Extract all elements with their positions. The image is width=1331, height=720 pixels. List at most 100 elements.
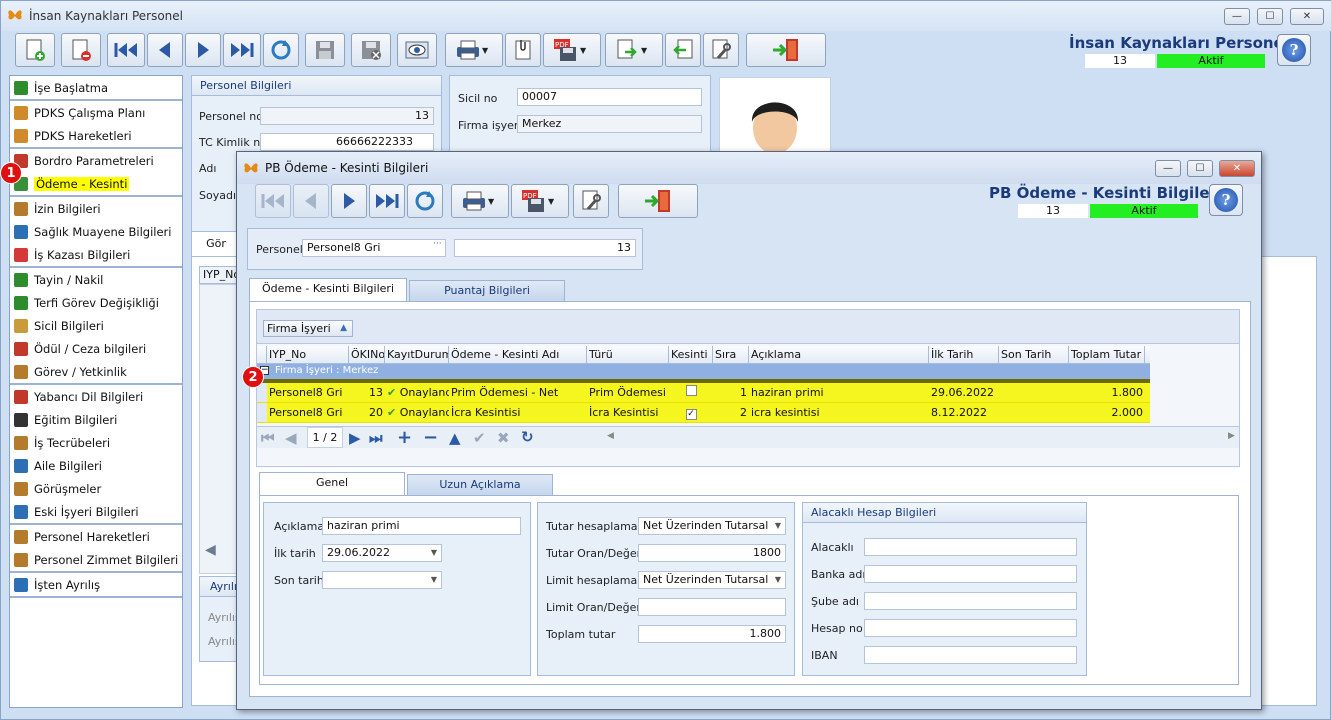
print-button[interactable]: ▼ — [445, 33, 503, 67]
export-pdf-button[interactable]: PDF ▼ — [543, 33, 601, 67]
sidebar-item[interactable]: Tayin / Nakil — [10, 268, 182, 291]
sidebar-item[interactable]: İş Kazası Bilgileri — [10, 243, 182, 266]
personel-no-field[interactable]: 13 — [260, 107, 434, 125]
table-row[interactable]: Personel8 Gri20✔ Onaylandıİcra Kesintisi… — [257, 403, 1150, 423]
sidebar-item[interactable]: Sicil Bilgileri — [10, 314, 182, 337]
tc-field[interactable]: 66666222333 — [260, 133, 434, 151]
export-button[interactable]: ▼ — [605, 33, 663, 67]
child-last-button[interactable] — [369, 184, 405, 218]
nav-confirm-icon[interactable]: ✔ — [473, 429, 486, 447]
child-previous-button[interactable] — [293, 184, 329, 218]
child-exit-button[interactable] — [618, 184, 698, 218]
nav-prev-icon[interactable]: ◀ — [285, 429, 297, 447]
minimize-button[interactable]: — — [1224, 8, 1250, 25]
sidebar-item[interactable]: Personel Hareketleri — [10, 525, 182, 548]
sidebar-item[interactable]: PDKS Çalışma Planı — [10, 101, 182, 124]
child-minimize-button[interactable]: — — [1155, 160, 1181, 177]
sidebar-item[interactable]: Yabancı Dil Bilgileri — [10, 385, 182, 408]
first-record-button[interactable] — [107, 33, 145, 67]
child-maximize-button[interactable]: ☐ — [1187, 160, 1213, 177]
new-record-button[interactable] — [15, 33, 55, 67]
tutar-hesaplama-select[interactable]: Net Üzerinden Tutarsal ▼ — [638, 517, 786, 535]
nav-cancel-icon[interactable]: ✖ — [497, 429, 510, 447]
firma-field[interactable]: Merkez — [517, 115, 702, 133]
son-tarih-field[interactable]: ▼ — [322, 571, 442, 589]
import-button[interactable] — [665, 33, 701, 67]
nav-add-icon[interactable]: + — [397, 427, 412, 448]
kesinti-checkbox[interactable] — [685, 385, 697, 396]
iban-field[interactable] — [864, 646, 1077, 664]
hesap-field[interactable] — [864, 619, 1077, 637]
limit-hesaplama-select[interactable]: Net Üzerinden Tutarsal ▼ — [638, 571, 786, 589]
sidebar-item[interactable]: Sağlık Muayene Bilgileri — [10, 220, 182, 243]
attachment-button[interactable] — [505, 33, 541, 67]
sidebar-item[interactable]: Eğitim Bilgileri — [10, 408, 182, 431]
child-next-button[interactable] — [331, 184, 367, 218]
child-refresh-button[interactable] — [407, 184, 443, 218]
alacakli-field[interactable] — [864, 538, 1077, 556]
group-row[interactable]: − Firma İşyeri : Merkez — [257, 364, 1150, 379]
kesinti-checkbox[interactable]: ✓ — [685, 409, 697, 420]
next-record-button[interactable] — [185, 33, 221, 67]
preview-button[interactable] — [397, 33, 437, 67]
tools-button[interactable] — [703, 33, 739, 67]
sidebar-item[interactable]: Aile Bilgileri — [10, 454, 182, 477]
limit-oran-field[interactable] — [638, 598, 786, 616]
grid-column-header[interactable]: KayıtDurumu — [385, 346, 449, 363]
bg-scroll-left-icon[interactable]: ◀ — [199, 542, 239, 564]
grid-column-header[interactable]: Açıklama — [749, 346, 929, 363]
personel-lookup-field[interactable]: Personel8 Gri — [302, 239, 446, 257]
sidebar-item[interactable]: İşe Başlatma — [10, 76, 182, 99]
grid-column-header[interactable]: Türü — [587, 346, 669, 363]
child-close-button[interactable]: ✕ — [1219, 160, 1255, 177]
bg-tab[interactable]: Gör — [191, 231, 241, 257]
hscroll-left-icon[interactable]: ◀ — [607, 431, 614, 441]
sidebar-item[interactable]: İzin Bilgileri — [10, 197, 182, 220]
ilk-tarih-field[interactable]: 29.06.2022 ▼ — [322, 544, 442, 562]
lookup-ellipsis-icon[interactable]: ··· — [433, 239, 442, 249]
last-record-button[interactable] — [223, 33, 261, 67]
tab-genel[interactable]: Genel — [259, 472, 405, 496]
sidebar-item[interactable]: Görüşmeler — [10, 477, 182, 500]
grid-column-header[interactable]: Toplam Tutar — [1069, 346, 1145, 363]
tutar-oran-field[interactable]: 1800 — [638, 544, 786, 562]
child-pdf-button[interactable]: PDF ▼ — [511, 184, 569, 218]
child-help-button[interactable]: ? — [1209, 184, 1243, 216]
toplam-tutar-field[interactable]: 1.800 — [638, 625, 786, 643]
personel-no-field[interactable]: 13 — [454, 239, 636, 257]
help-button[interactable]: ? — [1277, 34, 1311, 66]
nav-up-icon[interactable]: ▲ — [449, 429, 461, 447]
maximize-button[interactable]: ☐ — [1257, 8, 1283, 25]
grid-column-header[interactable]: Son Tarih — [999, 346, 1069, 363]
sidebar-item[interactable]: Terfi Görev Değişikliği — [10, 291, 182, 314]
nav-last-icon[interactable]: ⏭ — [369, 429, 383, 447]
hscroll-right-icon[interactable]: ▶ — [1228, 431, 1235, 441]
sidebar-item[interactable]: Eski İşyeri Bilgileri — [10, 500, 182, 523]
previous-record-button[interactable] — [147, 33, 183, 67]
grid-column-header[interactable]: İlk Tarih — [929, 346, 999, 363]
sidebar-item[interactable]: Ödeme - Kesinti — [10, 172, 182, 195]
sidebar-item[interactable]: PDKS Hareketleri — [10, 124, 182, 147]
sidebar-item[interactable]: İş Tecrübeleri — [10, 431, 182, 454]
cancel-save-button[interactable] — [351, 33, 391, 67]
banka-field[interactable] — [864, 565, 1077, 583]
sidebar-item[interactable]: Ödül / Ceza bilgileri — [10, 337, 182, 360]
close-button[interactable]: ✕ — [1290, 8, 1324, 25]
sidebar-item[interactable]: Personel Zimmet Bilgileri — [10, 548, 182, 571]
aciklama-field[interactable]: haziran primi — [322, 517, 521, 535]
group-chip[interactable]: Firma İşyeri ▲ — [263, 320, 353, 337]
sube-field[interactable] — [864, 592, 1077, 610]
child-tools-button[interactable] — [573, 184, 609, 218]
nav-first-icon[interactable]: ⏮ — [261, 429, 275, 447]
delete-record-button[interactable] — [61, 33, 101, 67]
save-button[interactable] — [305, 33, 345, 67]
sidebar-item[interactable]: Bordro Parametreleri — [10, 149, 182, 172]
table-row[interactable]: Personel8 Gri13✔ OnaylandıPrim Ödemesi -… — [257, 383, 1150, 403]
exit-button[interactable] — [746, 33, 826, 67]
nav-remove-icon[interactable]: − — [423, 427, 438, 448]
nav-next-icon[interactable]: ▶ — [349, 429, 361, 447]
grid-column-header[interactable]: ÖKINo — [349, 346, 385, 363]
tab-puantaj[interactable]: Puantaj Bilgileri — [409, 280, 565, 302]
nav-refresh-icon[interactable]: ↻ — [521, 428, 534, 446]
child-print-button[interactable]: ▼ — [451, 184, 509, 218]
